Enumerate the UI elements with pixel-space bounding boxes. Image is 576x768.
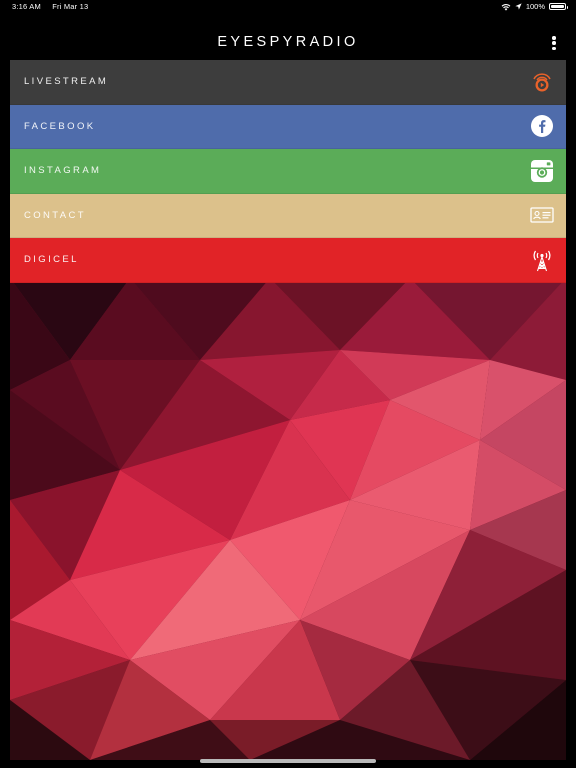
contact-card-icon: [530, 203, 554, 227]
menu-item-contact[interactable]: CONTACT: [10, 193, 566, 238]
menu-item-label: CONTACT: [24, 209, 87, 221]
menu-item-livestream[interactable]: LIVESTREAM: [10, 60, 566, 105]
radio-tower-icon: [530, 248, 554, 272]
main-content: LIVESTREAM FACEBOOK INSTAGRAM CONTACT DI…: [10, 60, 566, 760]
wifi-icon: [501, 3, 511, 11]
status-date: Fri Mar 13: [52, 2, 89, 11]
menu-item-label: INSTAGRAM: [24, 165, 102, 177]
nav-bar: EYESPYRADIO: [0, 14, 576, 60]
app-title: EYESPYRADIO: [217, 34, 359, 50]
battery-percent: 100%: [525, 2, 545, 11]
home-indicator[interactable]: [200, 759, 376, 763]
menu-item-label: LIVESTREAM: [24, 76, 109, 88]
more-options-button[interactable]: [550, 36, 558, 50]
menu-item-instagram[interactable]: INSTAGRAM: [10, 149, 566, 194]
menu-item-label: FACEBOOK: [24, 120, 96, 132]
location-arrow-icon: [515, 3, 522, 10]
instagram-icon: [530, 159, 554, 183]
menu-item-digicel[interactable]: DIGICEL: [10, 238, 566, 283]
main-menu: LIVESTREAM FACEBOOK INSTAGRAM CONTACT DI…: [10, 60, 566, 283]
more-dot-icon: [552, 36, 556, 40]
status-bar: 3:16 AM Fri Mar 13 100%: [0, 0, 576, 14]
facebook-icon: [530, 114, 554, 138]
more-dot-icon: [552, 41, 556, 45]
status-time: 3:16 AM: [12, 2, 41, 11]
battery-icon: [549, 3, 568, 10]
radio-eye-icon: [530, 70, 554, 94]
status-left: 3:16 AM Fri Mar 13: [12, 2, 97, 11]
status-right: 100%: [501, 2, 568, 11]
menu-item-label: DIGICEL: [24, 254, 79, 266]
menu-item-facebook[interactable]: FACEBOOK: [10, 104, 566, 149]
more-dot-icon: [552, 46, 556, 50]
